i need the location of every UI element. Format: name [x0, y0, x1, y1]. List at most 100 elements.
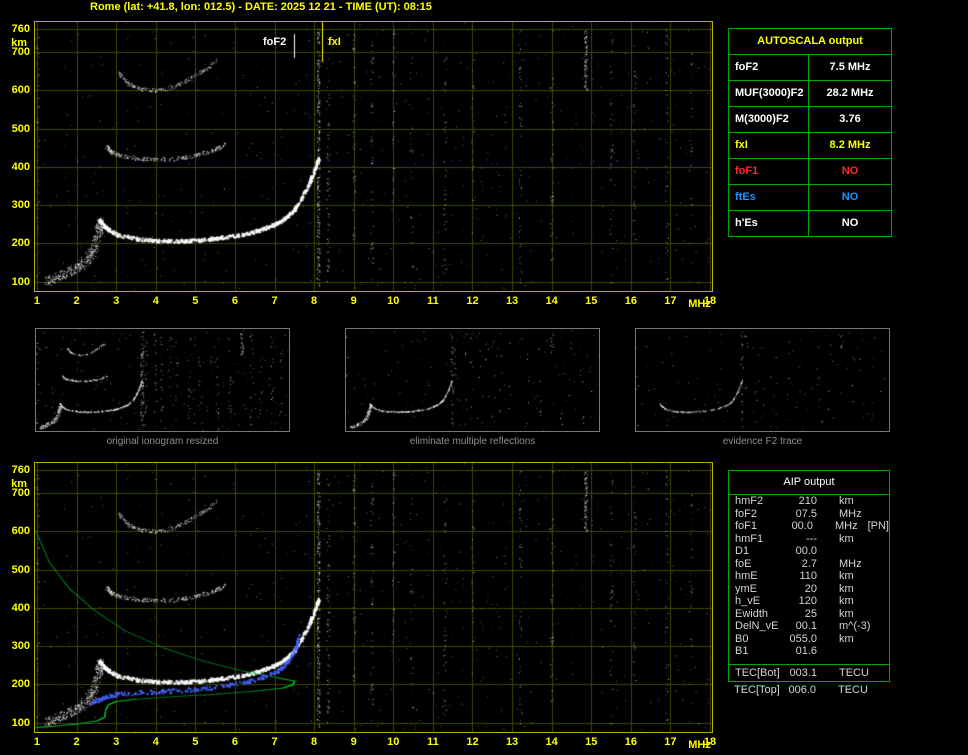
thumbnail-multiple-reflections-removed [345, 328, 600, 432]
page-title: Rome (lat: +41.8, lon: 012.5) - DATE: 20… [90, 1, 432, 13]
aip-row-foF2: foF207.5MHz [729, 508, 889, 521]
aip-name: ymE [735, 583, 787, 596]
aip-name: TEC[Bot] [735, 667, 787, 680]
aip-unit: TECU [839, 667, 869, 680]
autoscala-param-value: NO [809, 159, 891, 184]
axis-tick-label: 3 [113, 736, 119, 748]
autoscala-param-value: NO [809, 211, 891, 236]
aip-val: 210 [787, 495, 817, 508]
ionogram-top: foF2 fxI 1234567891011121314151617187607… [34, 21, 713, 292]
aip-name: hmF2 [735, 495, 787, 508]
aip-extra: [PN] [868, 520, 889, 533]
aip-val: 120 [787, 595, 817, 608]
aip-val: 110 [787, 570, 817, 583]
ionogram-top-canvas [35, 22, 712, 291]
axis-tick-label: 9 [351, 736, 357, 748]
axis-tick-label: 500 [12, 123, 30, 135]
aip-name: B0 [735, 633, 787, 646]
autoscala-row-ftEs: ftEsNO [729, 185, 891, 211]
aip-unit: km [839, 595, 854, 608]
thumbnail-original-ionogram [35, 328, 290, 432]
aip-name: foE [735, 558, 787, 571]
axis-tick-label: 8 [311, 295, 317, 307]
aip-row-D1: D100.0 [729, 545, 889, 558]
autoscala-param-value: 3.76 [809, 107, 891, 132]
aip-unit: km [839, 495, 854, 508]
aip-val: 25 [787, 608, 817, 621]
foF2-marker-label: foF2 [263, 36, 286, 48]
axis-tick-label: 600 [12, 84, 30, 96]
axis-unit-label: MHz [688, 739, 711, 751]
autoscala-param-label: foF1 [729, 159, 809, 184]
axis-tick-label: 6 [232, 736, 238, 748]
autoscala-row-fxI: fxI8.2 MHz [729, 133, 891, 159]
aip-tec-top-section: TEC[Top]006.0TECU [728, 682, 890, 698]
thumbnail-original-canvas [36, 329, 289, 431]
aip-unit: km [839, 608, 854, 621]
autoscala-param-label: h'Es [729, 211, 809, 236]
axis-tick-label: 100 [12, 276, 30, 288]
aip-name: h_vE [735, 595, 787, 608]
axis-tick-label: 12 [466, 736, 478, 748]
axis-tick-label: 13 [506, 736, 518, 748]
autoscala-param-label: ftEs [729, 185, 809, 210]
axis-tick-label: 500 [12, 564, 30, 576]
aip-row-DelN_vE: DelN_vE00.1m^(-3) [729, 620, 889, 633]
aip-name: foF2 [735, 508, 787, 521]
autoscala-param-value: 7.5 MHz [809, 55, 891, 80]
autoscala-row-M(3000)F2: M(3000)F23.76 [729, 107, 891, 133]
axis-tick-label: 200 [12, 678, 30, 690]
axis-tick-label: 6 [232, 295, 238, 307]
axis-tick-label: 5 [192, 295, 198, 307]
axis-tick-label: 400 [12, 161, 30, 173]
aip-row-foF1: foF100.0MHz[PN] [729, 520, 889, 533]
aip-name: D1 [735, 545, 787, 558]
axis-tick-label: 200 [12, 237, 30, 249]
axis-tick-label: 3 [113, 295, 119, 307]
axis-tick-label: 14 [546, 736, 558, 748]
axis-tick-label: 16 [625, 295, 637, 307]
axis-tick-label: 400 [12, 602, 30, 614]
aip-row-h_vE: h_vE120 km [729, 595, 889, 608]
axis-tick-label: 4 [153, 736, 159, 748]
autoscala-param-label: fxI [729, 133, 809, 158]
thumbnail-f2trace-canvas [636, 329, 889, 431]
thumbnail-caption-original: original ionogram resized [35, 436, 290, 447]
aip-unit: km [839, 633, 854, 646]
axis-tick-label: 2 [74, 736, 80, 748]
aip-unit: MHz [839, 508, 862, 521]
aip-val: 055.0 [787, 633, 817, 646]
aip-name: hmE [735, 570, 787, 583]
autoscala-row-MUF(3000)F2: MUF(3000)F228.2 MHz [729, 81, 891, 107]
autoscala-param-label: M(3000)F2 [729, 107, 809, 132]
autoscala-row-foF1: foF1NO [729, 159, 891, 185]
axis-tick-label: 300 [12, 199, 30, 211]
axis-tick-label: 1 [34, 295, 40, 307]
axis-tick-label: 10 [387, 295, 399, 307]
aip-name: DelN_vE [735, 620, 787, 633]
aip-val: --- [787, 533, 817, 546]
aip-val: 006.0 [786, 684, 816, 698]
autoscala-table-header: AUTOSCALA output [729, 29, 891, 55]
aip-unit: m^(-3) [839, 620, 870, 633]
autoscala-row-foF2: foF27.5 MHz [729, 55, 891, 81]
aip-unit: MHz [839, 558, 862, 571]
aip-row-TEC[Bot]: TEC[Bot]003.1TECU [729, 667, 889, 680]
axis-tick-label: 760 [12, 464, 30, 476]
axis-tick-label: 10 [387, 736, 399, 748]
autoscala-param-value: 8.2 MHz [809, 133, 891, 158]
axis-tick-label: 7 [271, 736, 277, 748]
autoscala-window: Rome (lat: +41.8, lon: 012.5) - DATE: 20… [0, 0, 968, 755]
thumbnail-caption-dereflected: eliminate multiple reflections [345, 436, 600, 447]
thumbnail-caption-f2trace: evidence F2 trace [635, 436, 890, 447]
thumbnail-dereflected-canvas [346, 329, 599, 431]
aip-name: hmF1 [735, 533, 787, 546]
aip-row-foE: foE2.7MHz [729, 558, 889, 571]
axis-unit-label: km [11, 478, 27, 490]
aip-name: foF1 [735, 520, 784, 533]
aip-val: 00.0 [784, 520, 813, 533]
axis-tick-label: 2 [74, 295, 80, 307]
axis-tick-label: 9 [351, 295, 357, 307]
axis-tick-label: 1 [34, 736, 40, 748]
aip-row-ymE: ymE20km [729, 583, 889, 596]
